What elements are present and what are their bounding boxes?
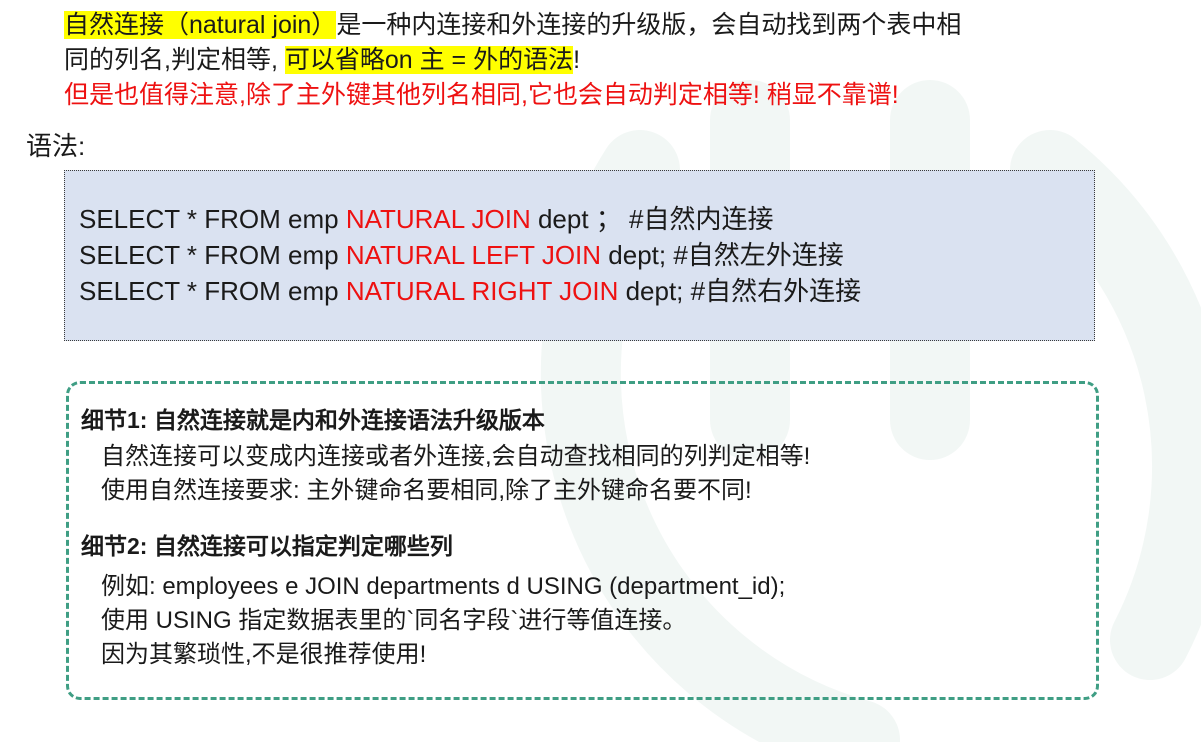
code-line-natural-join: SELECT * FROM emp NATURAL JOIN dept ； #自…: [79, 201, 1080, 237]
code-keyword: NATURAL JOIN: [345, 204, 531, 234]
detail-2-line-2: 使用 USING 指定数据表里的`同名字段`进行等值连接。: [101, 607, 687, 634]
code-suffix: dept ； #自然内连接: [530, 204, 774, 234]
syntax-label: 语法:: [26, 131, 86, 161]
code-suffix: dept; #自然右外连接: [618, 276, 862, 306]
detail-1-line-2: 使用自然连接要求: 主外键命名要相同,除了主外键命名要不同!: [101, 477, 752, 504]
code-prefix: SELECT * FROM emp: [79, 276, 346, 306]
detail-1-line-1: 自然连接可以变成内连接或者外连接,会自动查找相同的列判定相等!: [101, 443, 811, 470]
intro-line-1-text: 是一种内连接和外连接的升级版，会自动找到两个表中相: [336, 11, 962, 39]
code-block: SELECT * FROM emp NATURAL JOIN dept ； #自…: [64, 170, 1095, 341]
intro-line-2: 同的列名,判定相等, 可以省略on 主 = 外的语法!: [64, 43, 1184, 78]
omit-on-highlight: 可以省略on 主 = 外的语法: [284, 46, 574, 74]
code-line-natural-left-join: SELECT * FROM emp NATURAL LEFT JOIN dept…: [79, 237, 1080, 273]
code-keyword: NATURAL LEFT JOIN: [345, 240, 602, 270]
intro-line-2-end: !: [573, 46, 581, 74]
warning-line: 但是也值得注意,除了主外键其他列名相同,它也会自动判定相等! 稍显不靠谱!: [64, 81, 899, 109]
natural-join-highlight: 自然连接（natural join）: [64, 11, 337, 39]
code-keyword: NATURAL RIGHT JOIN: [345, 276, 619, 306]
detail-2-title: 细节2: 自然连接可以指定判定哪些列: [81, 533, 453, 559]
intro-paragraph: 自然连接（natural join）是一种内连接和外连接的升级版，会自动找到两个…: [64, 8, 1184, 113]
intro-line-2-text: 同的列名,判定相等,: [64, 46, 278, 74]
detail-2-line-1: 例如: employees e JOIN departments d USING…: [101, 573, 786, 600]
details-box: 细节1: 自然连接就是内和外连接语法升级版本 自然连接可以变成内连接或者外连接,…: [66, 381, 1099, 700]
intro-line-1: 自然连接（natural join）是一种内连接和外连接的升级版，会自动找到两个…: [64, 8, 1184, 43]
code-prefix: SELECT * FROM emp: [79, 240, 346, 270]
code-suffix: dept; #自然左外连接: [601, 240, 844, 270]
detail-2-line-3: 因为其繁琐性,不是很推荐使用!: [101, 641, 427, 668]
detail-1-title: 细节1: 自然连接就是内和外连接语法升级版本: [81, 407, 545, 433]
code-prefix: SELECT * FROM emp: [79, 204, 346, 234]
code-line-natural-right-join: SELECT * FROM emp NATURAL RIGHT JOIN dep…: [79, 273, 1080, 309]
